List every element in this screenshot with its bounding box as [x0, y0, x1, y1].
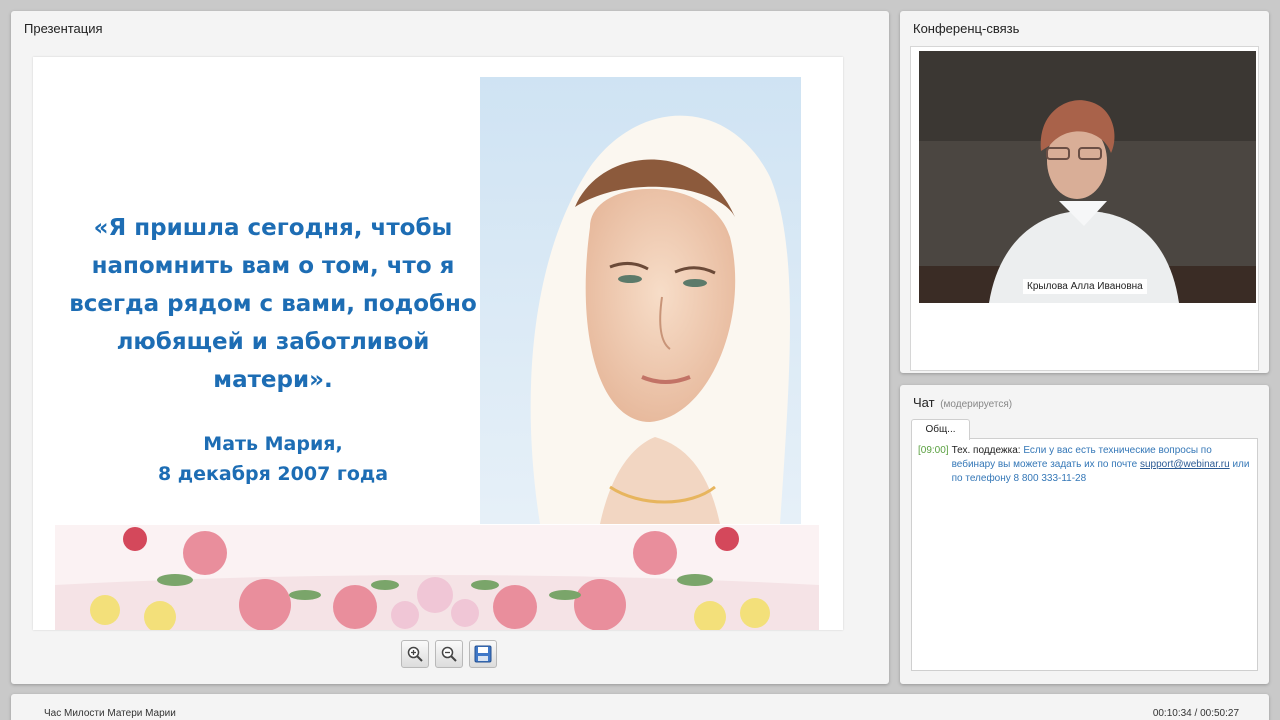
- slide-attribution: Мать Мария, 8 декабря 2007 года: [113, 429, 433, 489]
- chat-message-author: Тех. поддежка:: [951, 445, 1021, 456]
- presentation-panel: Презентация «Я пришла сегодня, чтобы нап…: [11, 11, 889, 684]
- conference-panel: Конференц-связь Крылова Алла Ивановна: [900, 11, 1269, 373]
- chat-message-time: [09:00]: [918, 445, 949, 456]
- chat-header: Чат (модерируется): [913, 395, 1012, 410]
- chat-title: Чат: [913, 395, 935, 410]
- chat-panel: Чат (модерируется) Общ... [09:00] Тех. п…: [900, 385, 1269, 684]
- support-email-link[interactable]: support@webinar.ru: [1140, 459, 1230, 470]
- bottom-bar: Час Милости Матери Марии 00:10:34 / 00:5…: [11, 694, 1269, 720]
- speaker-video-image: [919, 51, 1256, 303]
- chat-message-body: Тех. поддежка: Если у вас есть техническ…: [952, 444, 1252, 486]
- chat-messages: [09:00] Тех. поддежка: Если у вас есть т…: [911, 438, 1258, 671]
- presentation-title: Презентация: [24, 21, 103, 36]
- chat-message: [09:00] Тех. поддежка: Если у вас есть т…: [918, 444, 1252, 486]
- presentation-slide: «Я пришла сегодня, чтобы напомнить вам о…: [33, 57, 843, 630]
- slide-toolbar: [401, 640, 497, 668]
- zoom-in-button[interactable]: [401, 640, 429, 668]
- zoom-out-icon: [441, 646, 457, 662]
- participant-video[interactable]: Крылова Алла Ивановна: [919, 51, 1256, 303]
- save-button[interactable]: [469, 640, 497, 668]
- chat-tab-general[interactable]: Общ...: [911, 419, 970, 440]
- zoom-out-button[interactable]: [435, 640, 463, 668]
- slide-author: Мать Мария,: [203, 433, 343, 455]
- madonna-portrait-image: [480, 77, 801, 524]
- chat-moderated-label: (модерируется): [940, 399, 1013, 410]
- event-title: Час Милости Матери Марии: [44, 708, 176, 719]
- video-container: Крылова Алла Ивановна: [910, 46, 1259, 371]
- slide-quote: «Я пришла сегодня, чтобы напомнить вам о…: [69, 215, 477, 393]
- roses-decoration-image: [55, 525, 819, 630]
- conference-title: Конференц-связь: [913, 21, 1020, 36]
- zoom-in-icon: [407, 646, 423, 662]
- save-icon: [474, 645, 492, 663]
- elapsed-timer: 00:10:34 / 00:50:27: [1152, 708, 1239, 719]
- participant-name-label: Крылова Алла Ивановна: [1023, 279, 1147, 294]
- slide-date: 8 декабря 2007 года: [157, 463, 389, 485]
